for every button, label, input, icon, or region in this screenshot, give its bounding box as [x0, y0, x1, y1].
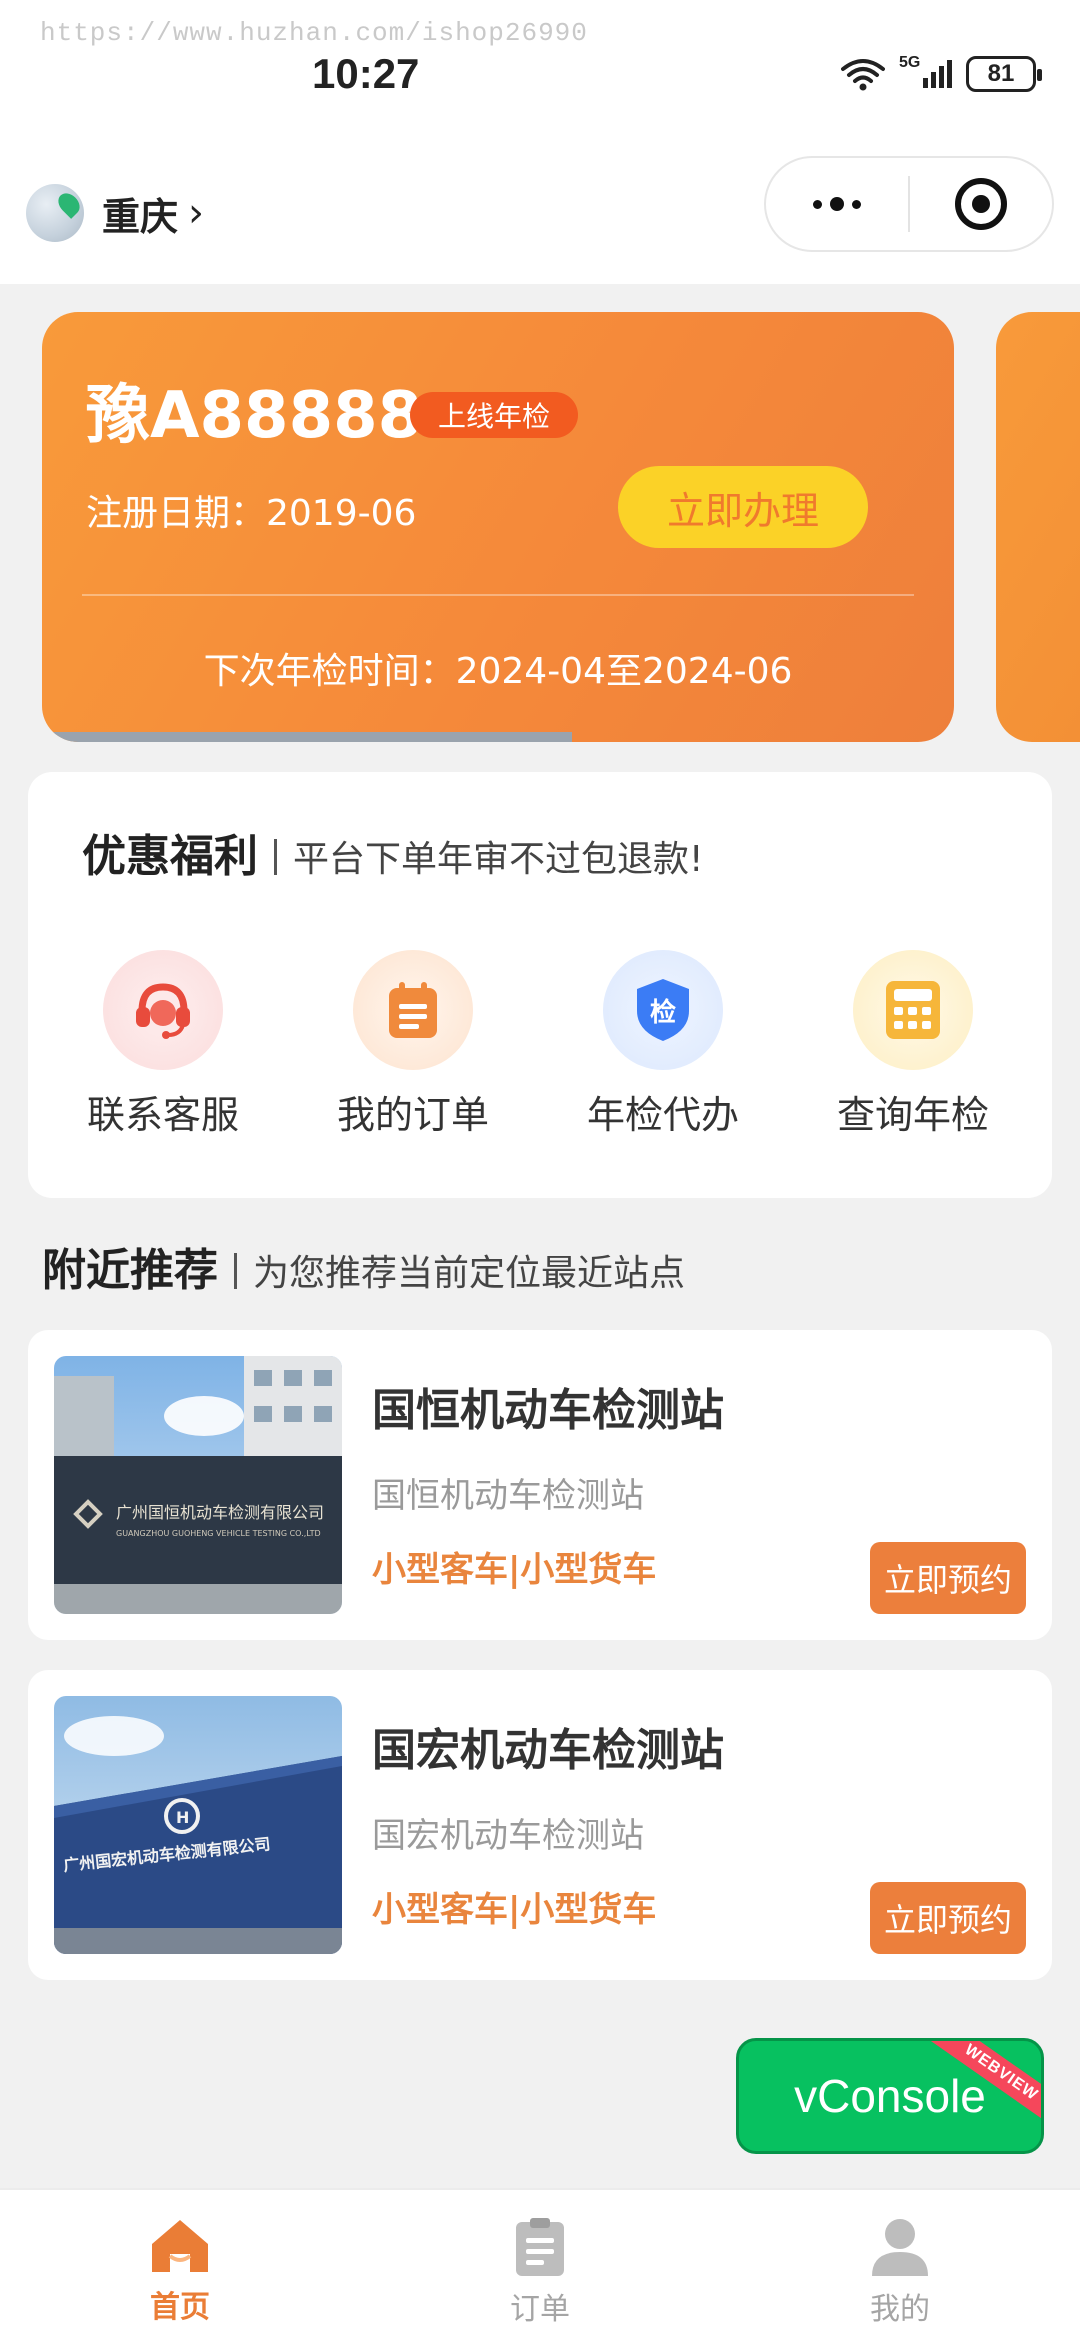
welfare-subtitle: 平台下单年审不过包退款!	[293, 839, 704, 880]
status-bar: https://www.huzhan.com/ishop26990 10:27 …	[0, 0, 1080, 120]
station-photo: H 广州国宏机动车检测有限公司	[54, 1696, 342, 1954]
station-sign-text: 广州国恒机动车检测有限公司	[116, 1503, 324, 1522]
station-card[interactable]: H 广州国宏机动车检测有限公司 国宏机动车检测站 国宏机动车检测站 小型客车|小…	[28, 1670, 1052, 1980]
nearby-header: 附近推荐 为您推荐当前定位最近站点	[42, 1234, 685, 1298]
battery-icon: 81	[966, 56, 1042, 92]
mini-program-capsule	[764, 156, 1054, 252]
bottom-tab-bar: 首页 订单 我的	[0, 2188, 1080, 2340]
vconsole-label: vConsole	[794, 2070, 986, 2122]
welfare-section: 优惠福利 平台下单年审不过包退款! 联系客服 我的订单 检 年检代办 查询年检	[28, 772, 1052, 1198]
my-orders-button[interactable]: 我的订单	[288, 950, 538, 1139]
status-icons: 5G 81	[841, 54, 1042, 92]
next-inspection-time: 下次年检时间：2024-04至2024-06	[203, 651, 793, 692]
welfare-items: 联系客服 我的订单 检 年检代办 查询年检	[28, 950, 1052, 1139]
svg-text:H: H	[176, 1808, 189, 1827]
query-inspection-button[interactable]: 查询年检	[788, 950, 1038, 1139]
station-sign-english: GUANGZHOU GUOHENG VEHICLE TESTING CO.,LT…	[116, 1529, 321, 1538]
vehicle-card[interactable]: 豫A88888 上线年检 注册日期：2019-06 立即办理 下次年检时间：20…	[42, 312, 954, 742]
welfare-title: 优惠福利	[82, 831, 258, 882]
contact-service-button[interactable]: 联系客服	[38, 950, 288, 1139]
station-vehicle-types: 小型客车|小型货车	[372, 1550, 657, 1590]
city-selector[interactable]: 重庆 ›	[26, 184, 204, 242]
wifi-icon	[841, 59, 885, 91]
inspection-shield-icon: 检	[603, 950, 723, 1070]
welfare-item-label: 联系客服	[86, 1093, 239, 1137]
station-subtitle: 国恒机动车检测站	[372, 1476, 644, 1516]
station-photo: 广州国恒机动车检测有限公司 GUANGZHOU GUOHENG VEHICLE …	[54, 1356, 342, 1614]
title-separator	[234, 1253, 237, 1289]
tab-label: 首页	[150, 2290, 210, 2325]
tab-orders[interactable]: 订单	[360, 2190, 720, 2340]
license-plate: 豫A88888	[86, 379, 423, 453]
next-vehicle-card-peek[interactable]	[996, 312, 1080, 742]
card-divider	[82, 594, 914, 596]
station-name: 国宏机动车检测站	[372, 1725, 724, 1776]
order-icon	[353, 950, 473, 1070]
inspection-agency-button[interactable]: 检 年检代办	[538, 950, 788, 1139]
handle-now-button[interactable]: 立即办理	[618, 466, 868, 548]
watermark-url: https://www.huzhan.com/ishop26990	[40, 18, 588, 48]
shield-badge-text: 检	[649, 997, 676, 1028]
more-options-button[interactable]	[766, 197, 908, 211]
vconsole-button[interactable]: vConsole WEBVIEW	[736, 2038, 1044, 2154]
book-now-button[interactable]: 立即预约	[870, 1542, 1026, 1614]
status-time: 10:27	[312, 50, 420, 97]
battery-level: 81	[987, 60, 1015, 87]
tab-home[interactable]: 首页	[0, 2190, 360, 2340]
title-separator	[274, 839, 277, 875]
tab-profile[interactable]: 我的	[720, 2190, 1080, 2340]
nearby-title: 附近推荐	[42, 1245, 218, 1296]
inspection-tag: 上线年检	[410, 392, 579, 438]
network-type: 5G	[899, 54, 921, 71]
customer-service-icon	[103, 950, 223, 1070]
welfare-item-label: 我的订单	[336, 1093, 489, 1137]
station-name: 国恒机动车检测站	[372, 1385, 724, 1436]
signal-icon: 5G	[899, 54, 952, 88]
user-icon	[872, 2219, 928, 2276]
nearby-subtitle: 为您推荐当前定位最近站点	[253, 1253, 686, 1294]
registration-date: 注册日期：2019-06	[86, 493, 417, 534]
close-mini-program-button[interactable]	[910, 178, 1052, 230]
welfare-item-label: 查询年检	[836, 1093, 989, 1137]
welfare-item-label: 年检代办	[586, 1093, 739, 1137]
calculator-icon	[853, 950, 973, 1070]
tab-label: 订单	[510, 2292, 570, 2327]
book-now-button[interactable]: 立即预约	[870, 1882, 1026, 1954]
carousel-progress	[42, 732, 572, 742]
page-header: 重庆 ›	[0, 120, 1080, 284]
home-icon	[152, 2220, 208, 2272]
city-name: 重庆	[102, 194, 179, 239]
station-subtitle: 国宏机动车检测站	[372, 1816, 644, 1856]
chevron-right-icon: ›	[188, 190, 205, 236]
clipboard-icon	[516, 2218, 564, 2276]
map-location-icon	[26, 184, 84, 242]
tab-label: 我的	[870, 2292, 930, 2327]
station-card[interactable]: 广州国恒机动车检测有限公司 GUANGZHOU GUOHENG VEHICLE …	[28, 1330, 1052, 1640]
welfare-header: 优惠福利 平台下单年审不过包退款!	[82, 820, 703, 884]
target-circle-icon	[954, 178, 1007, 230]
station-vehicle-types: 小型客车|小型货车	[372, 1890, 657, 1930]
